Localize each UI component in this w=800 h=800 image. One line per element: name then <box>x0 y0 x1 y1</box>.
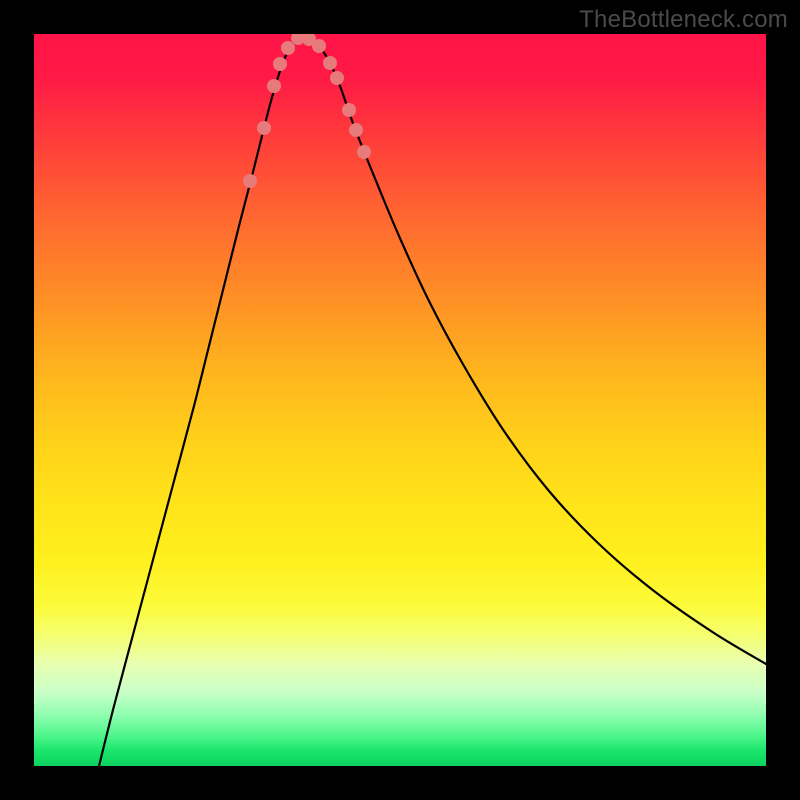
watermark-text: TheBottleneck.com <box>579 6 788 34</box>
plot-area <box>34 34 766 766</box>
highlight-dot <box>349 123 363 137</box>
highlight-dot <box>273 57 287 71</box>
highlight-dot <box>267 79 281 93</box>
highlight-dot <box>243 174 257 188</box>
highlight-dots <box>243 34 371 188</box>
highlight-dot <box>312 39 326 53</box>
curve-layer <box>34 34 766 766</box>
highlight-dot <box>281 41 295 55</box>
chart-frame: TheBottleneck.com <box>0 0 800 800</box>
highlight-dot <box>330 71 344 85</box>
bottleneck-curve <box>99 38 766 766</box>
highlight-dot <box>257 121 271 135</box>
highlight-dot <box>357 145 371 159</box>
highlight-dot <box>342 103 356 117</box>
highlight-dot <box>323 56 337 70</box>
